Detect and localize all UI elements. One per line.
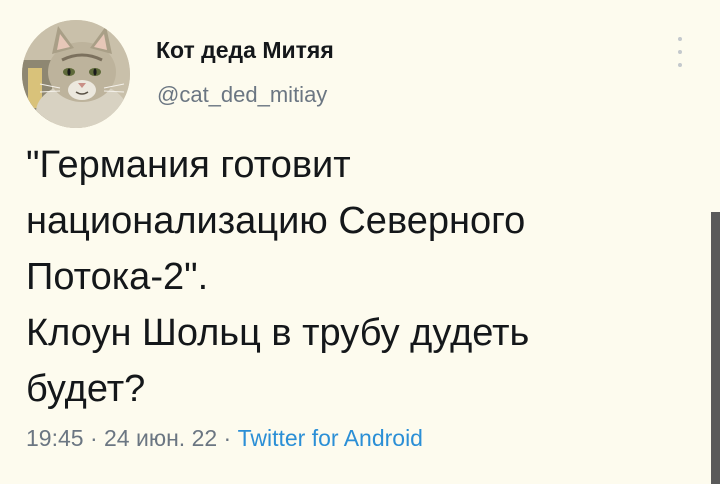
tweet-text-line: национализацию Северного [26, 200, 526, 242]
scrollbar[interactable] [711, 212, 720, 484]
tweet-text-line: "Германия готовит [26, 144, 351, 186]
tweet-time[interactable]: 19:45 [26, 425, 84, 451]
tweet-card: Кот деда Митяя @cat_ded_mitiay "Германия… [0, 0, 720, 484]
cat-avatar-image [22, 20, 130, 128]
tweet-text-line: Клоун Шольц в трубу дудеть [26, 312, 530, 354]
meta-separator: · [83, 425, 105, 451]
more-vertical-icon [678, 37, 682, 41]
more-vertical-icon-dot [678, 63, 682, 67]
display-name[interactable]: Кот деда Митяя [156, 37, 334, 64]
avatar[interactable] [22, 20, 130, 128]
more-vertical-icon-dot [678, 50, 682, 54]
tweet-text: "Германия готовит национализацию Северно… [26, 137, 686, 417]
meta-separator: · [217, 425, 238, 451]
tweet-meta: 19:45 · 24 июн. 22 · Twitter for Android [26, 425, 423, 452]
tweet-source-link[interactable]: Twitter for Android [238, 425, 423, 451]
tweet-text-line: будет? [26, 368, 146, 410]
user-handle[interactable]: @cat_ded_mitiay [157, 82, 327, 108]
tweet-text-line: Потока-2". [26, 256, 209, 298]
more-options-button[interactable] [670, 34, 690, 70]
tweet-date[interactable]: 24 июн. 22 [104, 425, 217, 451]
